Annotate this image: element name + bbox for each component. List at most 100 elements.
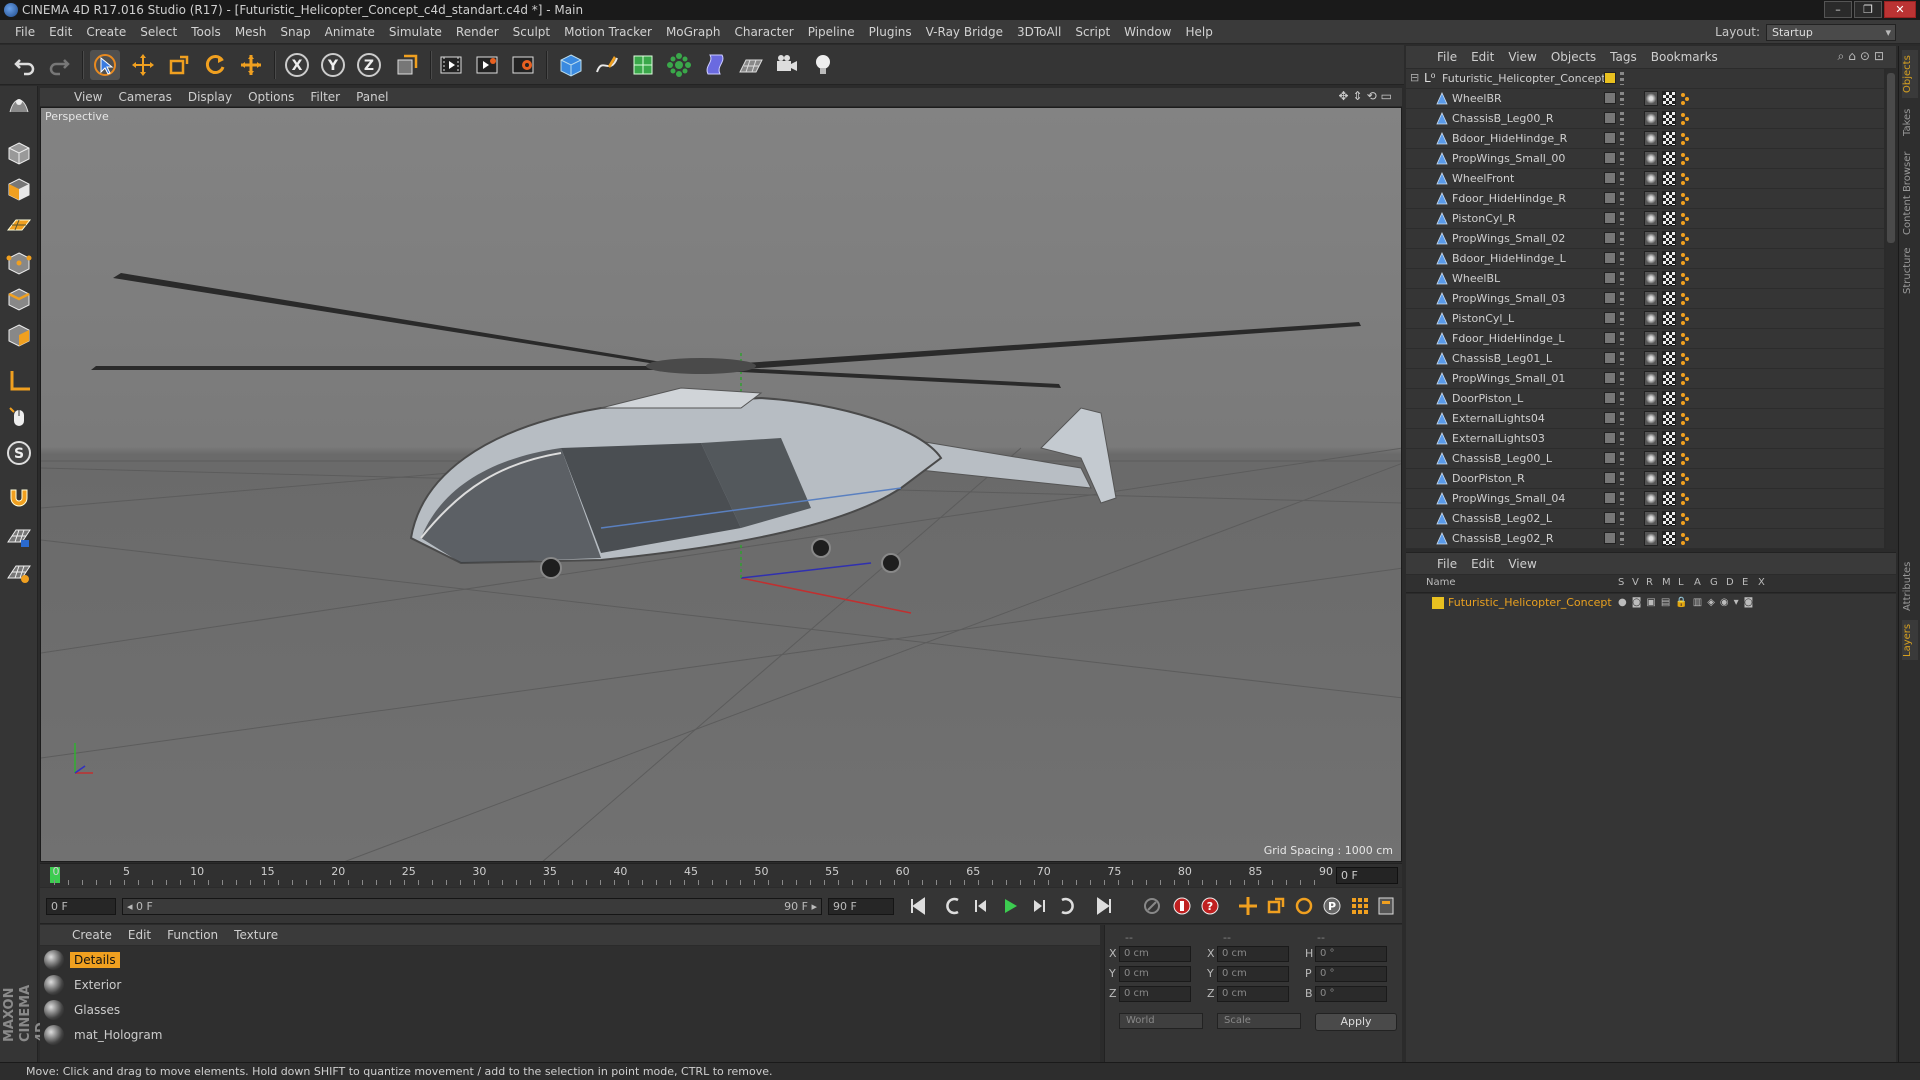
z-axis-icon[interactable]: Z (354, 50, 384, 80)
viewport-menu-view[interactable]: View (66, 90, 110, 104)
visibility-dots[interactable] (1620, 112, 1624, 125)
texture-tag-icon[interactable] (1662, 471, 1676, 486)
go-to-end-icon[interactable] (1092, 894, 1116, 918)
layer-check-icon[interactable] (1604, 392, 1616, 404)
visibility-dots[interactable] (1620, 232, 1624, 245)
visibility-dots[interactable] (1620, 512, 1624, 525)
menu-motion-tracker[interactable]: Motion Tracker (557, 20, 659, 44)
coordinate-system-icon[interactable] (392, 50, 422, 80)
layer-check-icon[interactable] (1604, 292, 1616, 304)
object-manager-scrollbar[interactable] (1886, 69, 1896, 549)
object-row[interactable]: ChassisB_Leg00_L (1406, 449, 1884, 469)
key-rotation-icon[interactable] (1292, 894, 1316, 918)
viewport-nav-icons[interactable]: ✥⇕⟲▭ (1338, 89, 1396, 103)
material-tag-icon[interactable] (1680, 191, 1690, 206)
go-to-start-icon[interactable] (906, 894, 930, 918)
layer-check-icon[interactable] (1604, 532, 1616, 544)
visibility-dots[interactable] (1620, 352, 1624, 365)
object-row[interactable]: DoorPiston_L (1406, 389, 1884, 409)
phong-tag-icon[interactable] (1644, 411, 1658, 426)
tab-objects[interactable]: Objects (1902, 50, 1918, 98)
phong-tag-icon[interactable] (1644, 311, 1658, 326)
layer-check-icon[interactable] (1604, 512, 1616, 524)
viewport-menu-panel[interactable]: Panel (348, 90, 396, 104)
object-menu-file[interactable]: File (1430, 50, 1464, 64)
visibility-dots[interactable] (1620, 372, 1624, 385)
position-field[interactable]: 0 cm (1119, 946, 1191, 962)
phong-tag-icon[interactable] (1644, 491, 1658, 506)
coordinate-mode-dropdown[interactable]: Scale (1217, 1013, 1301, 1029)
select-arrow-icon[interactable] (90, 50, 120, 80)
texture-tag-icon[interactable] (1662, 251, 1676, 266)
layer-column-name[interactable]: Name (1426, 577, 1456, 588)
apply-button[interactable]: Apply (1315, 1013, 1397, 1031)
polygons-mode-icon[interactable] (4, 320, 34, 350)
layer-check-icon[interactable] (1604, 132, 1616, 144)
phong-tag-icon[interactable] (1644, 471, 1658, 486)
start-frame-field[interactable]: 0 F (46, 898, 116, 915)
texture-tag-icon[interactable] (1662, 391, 1676, 406)
play-icon[interactable] (998, 894, 1022, 918)
timeline-window-icon[interactable] (1374, 894, 1398, 918)
layer-menu-file[interactable]: File (1430, 557, 1464, 571)
object-row[interactable]: Fdoor_HideHindge_R (1406, 189, 1884, 209)
texture-mode-icon[interactable] (4, 174, 34, 204)
end-frame-field[interactable]: 90 F (828, 898, 894, 915)
material-tag-icon[interactable] (1680, 271, 1690, 286)
layer-check-icon[interactable] (1604, 192, 1616, 204)
material-tag-icon[interactable] (1680, 331, 1690, 346)
material-tag-icon[interactable] (1680, 291, 1690, 306)
layer-column-e[interactable]: E (1742, 577, 1748, 588)
motion-record-icon[interactable] (1140, 894, 1164, 918)
tab-takes[interactable]: Takes (1902, 102, 1918, 142)
deformer-icon[interactable] (700, 50, 730, 80)
layer-row[interactable]: Futuristic_Helicopter_Concept ●◙▣▤🔒▥◈◉▾◙ (1406, 594, 1896, 612)
previous-frame-icon[interactable] (970, 894, 994, 918)
material-tag-icon[interactable] (1680, 431, 1690, 446)
material-tag-icon[interactable] (1680, 231, 1690, 246)
phong-tag-icon[interactable] (1644, 331, 1658, 346)
rotation-field[interactable]: 0 ° (1315, 986, 1387, 1002)
workplane-icon[interactable] (4, 210, 34, 240)
object-row[interactable]: PistonCyl_L (1406, 309, 1884, 329)
layer-check-icon[interactable] (1604, 412, 1616, 424)
menu-animate[interactable]: Animate (318, 20, 382, 44)
model-mode-icon[interactable] (4, 138, 34, 168)
menu-help[interactable]: Help (1178, 20, 1219, 44)
size-field[interactable]: 0 cm (1217, 946, 1289, 962)
material-tag-icon[interactable] (1680, 171, 1690, 186)
material-tag-icon[interactable] (1680, 131, 1690, 146)
material-tag-icon[interactable] (1680, 351, 1690, 366)
visibility-dots[interactable] (1620, 252, 1624, 265)
tab-attributes[interactable]: Attributes (1902, 556, 1918, 616)
visibility-dots[interactable] (1620, 132, 1624, 145)
menu-render[interactable]: Render (449, 20, 506, 44)
layer-check-icon[interactable] (1604, 452, 1616, 464)
texture-tag-icon[interactable] (1662, 291, 1676, 306)
scale-icon[interactable] (164, 50, 194, 80)
texture-tag-icon[interactable] (1662, 151, 1676, 166)
rotation-field[interactable]: 0 ° (1315, 946, 1387, 962)
phong-tag-icon[interactable] (1644, 451, 1658, 466)
layer-column-r[interactable]: R (1646, 577, 1653, 588)
layer-check-icon[interactable] (1604, 172, 1616, 184)
size-field[interactable]: 0 cm (1217, 986, 1289, 1002)
menu-mesh[interactable]: Mesh (228, 20, 274, 44)
texture-tag-icon[interactable] (1662, 91, 1676, 106)
key-scale-icon[interactable] (1264, 894, 1288, 918)
visibility-dots[interactable] (1620, 332, 1624, 345)
object-menu-bookmarks[interactable]: Bookmarks (1644, 50, 1725, 64)
layer-column-v[interactable]: V (1632, 577, 1639, 588)
phong-tag-icon[interactable] (1644, 91, 1658, 106)
menu-script[interactable]: Script (1068, 20, 1117, 44)
edges-mode-icon[interactable] (4, 284, 34, 314)
object-row[interactable]: ChassisB_Leg00_R (1406, 109, 1884, 129)
visibility-dots[interactable] (1620, 472, 1624, 485)
move-icon[interactable] (128, 50, 158, 80)
visibility-dots[interactable] (1620, 412, 1624, 425)
layer-column-a[interactable]: A (1694, 577, 1701, 588)
phong-tag-icon[interactable] (1644, 251, 1658, 266)
material-tag-icon[interactable] (1680, 511, 1690, 526)
layer-color-swatch[interactable] (1604, 72, 1616, 84)
close-button[interactable]: ✕ (1884, 1, 1916, 18)
